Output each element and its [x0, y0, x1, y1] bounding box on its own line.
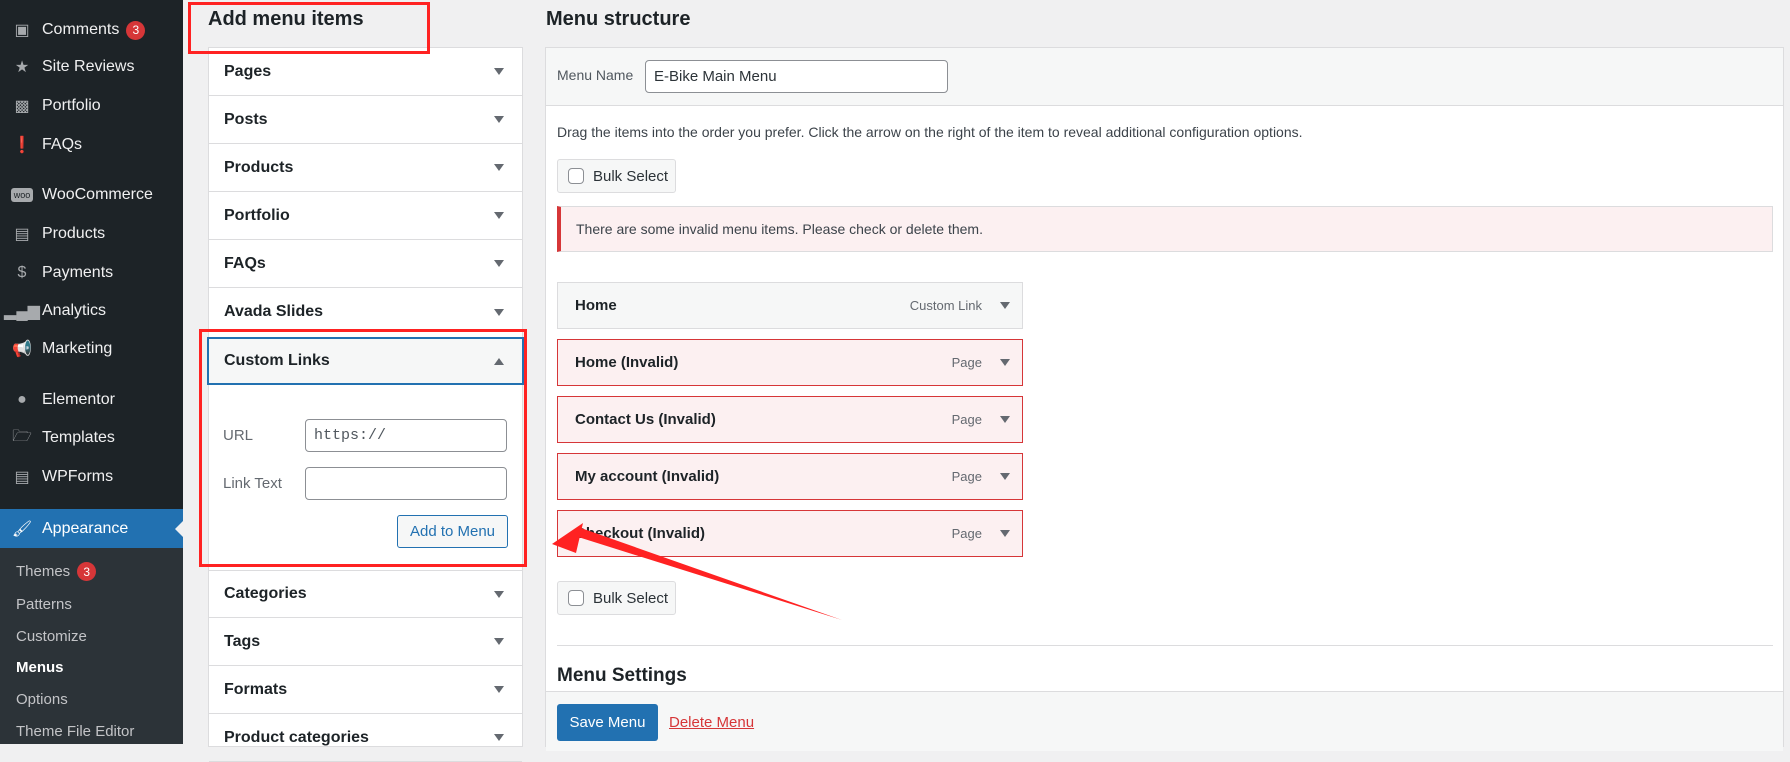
- arrow-shaft: [575, 527, 842, 620]
- annotation-arrow: [552, 523, 842, 620]
- arrow-head: [552, 523, 583, 553]
